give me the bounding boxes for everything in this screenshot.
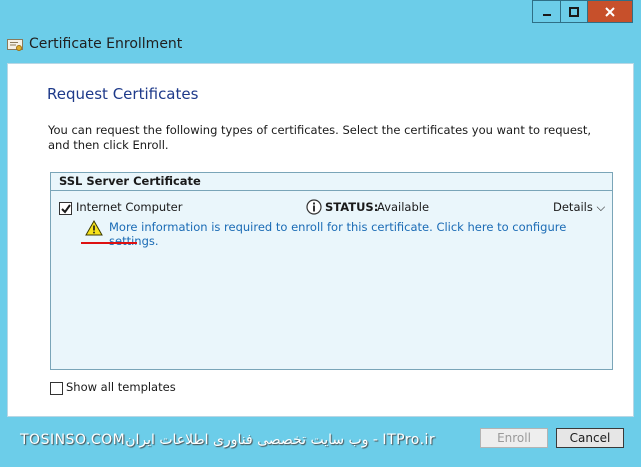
checkmark-icon: [60, 203, 71, 214]
minimize-icon: [542, 13, 551, 16]
maximize-button[interactable]: [560, 0, 588, 23]
cancel-button[interactable]: Cancel: [556, 428, 624, 448]
show-all-templates-label[interactable]: Show all templates: [66, 380, 176, 394]
certificate-list: SSL Server Certificate Internet Computer…: [50, 172, 613, 370]
maximize-icon: [569, 6, 579, 17]
wizard-header: Certificate Enrollment: [0, 32, 641, 58]
page-heading: Request Certificates: [47, 85, 199, 103]
watermark-text: TOSINSO.COMوب سایت تخصصی فناوری اطلاعات …: [20, 432, 436, 448]
page-description: You can request the following types of c…: [48, 123, 592, 152]
status-label: STATUS:: [325, 200, 379, 214]
status-value: Available: [377, 200, 430, 214]
show-all-templates-checkbox[interactable]: [50, 382, 63, 395]
configure-settings-link[interactable]: More information is required to enroll f…: [109, 220, 612, 248]
info-icon: [306, 199, 322, 215]
close-icon: [605, 6, 615, 17]
certificate-icon: [7, 39, 23, 51]
details-toggle[interactable]: Details ⌵: [553, 200, 605, 215]
wizard-title: Certificate Enrollment: [29, 36, 183, 52]
warning-icon: [85, 220, 103, 236]
annotation-underline: [81, 242, 137, 244]
window-controls: [532, 0, 633, 26]
main-panel: Request Certificates You can request the…: [7, 63, 634, 417]
minimize-button[interactable]: [532, 0, 560, 23]
cert-group-header: SSL Server Certificate: [51, 173, 612, 191]
close-button[interactable]: [588, 0, 633, 23]
enroll-button[interactable]: Enroll: [480, 428, 548, 448]
internet-computer-checkbox[interactable]: [59, 202, 72, 215]
cert-item-label[interactable]: Internet Computer: [76, 200, 183, 214]
